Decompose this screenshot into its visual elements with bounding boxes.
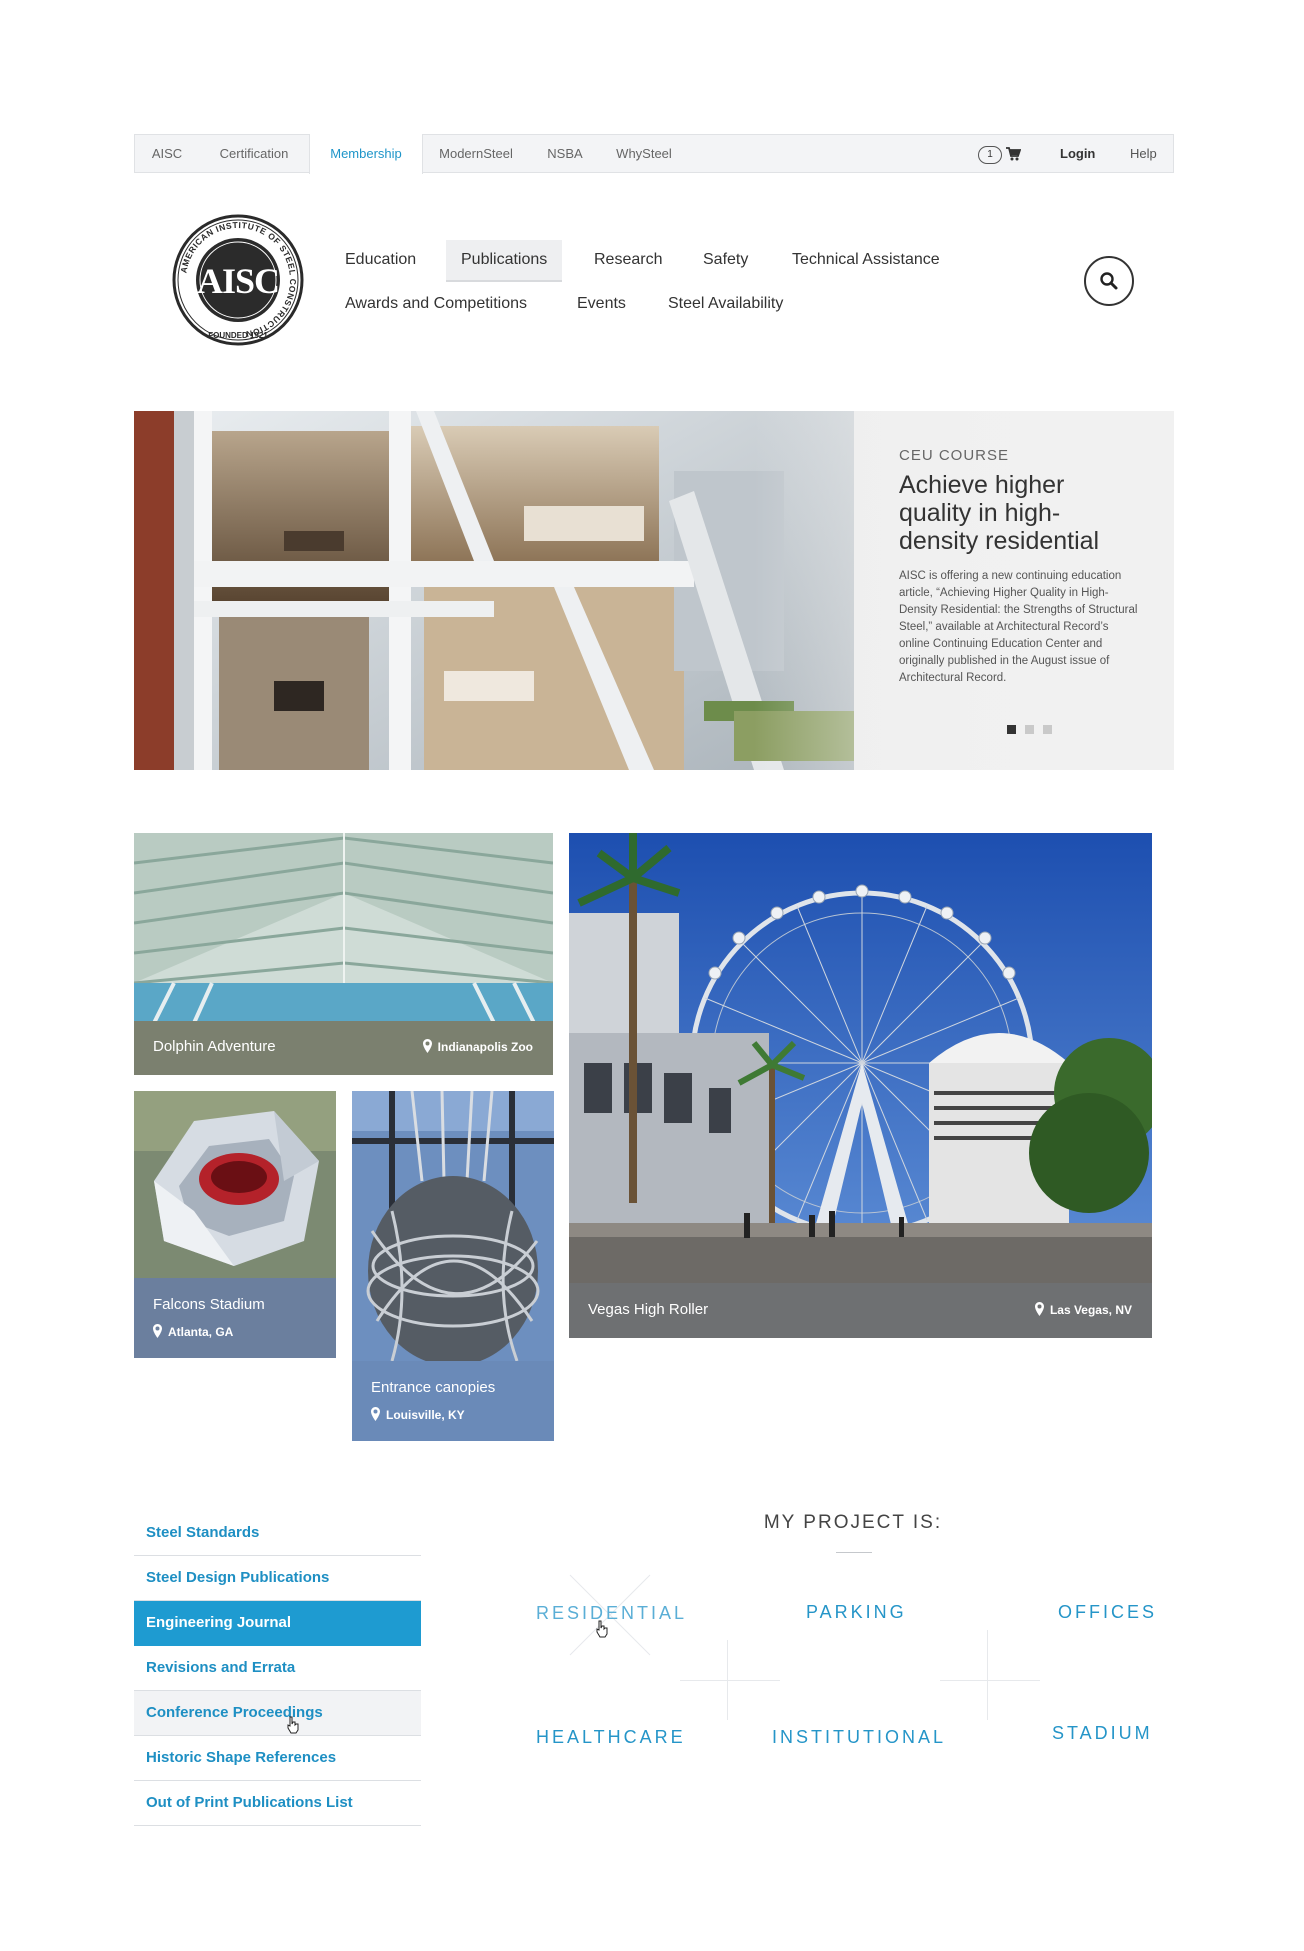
nav-research[interactable]: Research: [579, 240, 677, 280]
sidebar-item-revisions-and-errata[interactable]: Revisions and Errata: [134, 1646, 421, 1691]
hero-carousel[interactable]: CEU COURSE Achieve higher quality in hig…: [134, 411, 1174, 770]
hero-title[interactable]: Achieve higher quality in high-density r…: [899, 471, 1129, 555]
carousel-dot-3[interactable]: [1043, 725, 1052, 734]
site-tab-nsba[interactable]: NSBA: [531, 135, 599, 173]
tile-caption-bar: Dolphin Adventure Indianapolis Zoo: [134, 1021, 553, 1075]
nav-awards-and-competitions[interactable]: Awards and Competitions: [330, 284, 542, 324]
grid-divider: [680, 1680, 780, 1681]
aisc-logo[interactable]: AISC AMERICAN INSTITUTE OF STEEL CONSTRU…: [172, 214, 304, 346]
hand-cursor-icon: [287, 1716, 299, 1734]
hero-description: AISC is offering a new continuing educat…: [899, 570, 1138, 684]
project-tile-falcons-stadium[interactable]: Falcons Stadium Atlanta, GA: [134, 1091, 336, 1358]
nav-events[interactable]: Events: [562, 284, 641, 324]
tile-title: Entrance canopies: [371, 1379, 496, 1396]
carousel-dot-1[interactable]: [1007, 725, 1016, 734]
sidebar-item-historic-shape-references[interactable]: Historic Shape References: [134, 1736, 421, 1781]
site-tab-membership[interactable]: Membership: [309, 134, 423, 174]
location-pin-icon: [422, 1039, 432, 1053]
search-icon: [1100, 272, 1118, 290]
location-pin-icon: [1034, 1302, 1044, 1316]
location-pin-icon: [153, 1324, 162, 1338]
project-option-healthcare[interactable]: HEALTHCARE: [536, 1727, 686, 1748]
project-option-institutional[interactable]: INSTITUTIONAL: [772, 1727, 946, 1748]
logo-founded: FOUNDED 1921: [208, 331, 268, 340]
tile-location-text: Indianapolis Zoo: [437, 1040, 533, 1054]
heading-underline: [836, 1552, 872, 1553]
site-tab-modernsteel[interactable]: ModernSteel: [421, 135, 531, 173]
tile-title: Vegas High Roller: [588, 1301, 709, 1318]
project-image: [352, 1091, 554, 1361]
project-option-residential[interactable]: RESIDENTIAL: [536, 1603, 687, 1624]
carousel-dot-2[interactable]: [1025, 725, 1034, 734]
tile-location: Las Vegas, NV: [1034, 1302, 1132, 1317]
sidebar-item-steel-standards[interactable]: Steel Standards: [134, 1511, 421, 1556]
sidebar-item-out-of-print-publications[interactable]: Out of Print Publications List: [134, 1781, 421, 1826]
tile-caption-bar: Entrance canopies Louisville, KY: [352, 1361, 554, 1441]
nav-education[interactable]: Education: [330, 240, 431, 280]
cart-count-badge[interactable]: 1: [978, 146, 1002, 164]
help-link[interactable]: Help: [1130, 135, 1157, 173]
location-pin-icon: [371, 1407, 380, 1421]
login-link[interactable]: Login: [1060, 135, 1095, 173]
logo-monogram: AISC: [197, 261, 279, 301]
tile-location: Atlanta, GA: [153, 1324, 233, 1339]
project-type-heading: MY PROJECT IS:: [763, 1512, 943, 1533]
site-tab-aisc[interactable]: AISC: [135, 135, 199, 173]
site-tab-whysteel[interactable]: WhySteel: [599, 135, 689, 173]
nav-safety[interactable]: Safety: [688, 240, 763, 280]
search-button[interactable]: [1084, 256, 1134, 306]
project-image: [569, 833, 1152, 1283]
project-tile-vegas-high-roller[interactable]: Vegas High Roller Las Vegas, NV: [569, 833, 1152, 1338]
nav-technical-assistance[interactable]: Technical Assistance: [777, 240, 955, 280]
tile-location-text: Atlanta, GA: [168, 1325, 234, 1339]
publications-sidebar: Steel Standards Steel Design Publication…: [134, 1511, 421, 1826]
nav-steel-availability[interactable]: Steel Availability: [653, 284, 798, 324]
cart-icon[interactable]: [1005, 146, 1021, 162]
site-switcher-bar: AISC Certification Membership ModernStee…: [134, 134, 1174, 174]
sidebar-item-engineering-journal[interactable]: Engineering Journal: [134, 1601, 421, 1646]
grid-divider: [940, 1680, 1040, 1681]
hero-kicker: CEU COURSE: [899, 447, 1010, 464]
nav-publications[interactable]: Publications: [446, 240, 563, 282]
tile-caption-bar: Falcons Stadium Atlanta, GA: [134, 1278, 336, 1358]
tile-location: Louisville, KY: [371, 1407, 465, 1422]
project-tile-dolphin-adventure[interactable]: Dolphin Adventure Indianapolis Zoo: [134, 833, 553, 1075]
sidebar-item-steel-design-publications[interactable]: Steel Design Publications: [134, 1556, 421, 1601]
tile-title: Dolphin Adventure: [153, 1038, 276, 1055]
project-option-offices[interactable]: OFFICES: [1058, 1602, 1157, 1623]
grid-divider: [987, 1630, 988, 1720]
tile-caption-bar: Vegas High Roller Las Vegas, NV: [569, 1283, 1152, 1338]
grid-divider: [727, 1640, 728, 1720]
tile-location: Indianapolis Zoo: [422, 1039, 533, 1054]
project-option-stadium[interactable]: STADIUM: [1052, 1723, 1153, 1744]
tile-location-text: Las Vegas, NV: [1049, 1303, 1132, 1317]
project-tile-entrance-canopies[interactable]: Entrance canopies Louisville, KY: [352, 1091, 554, 1441]
tile-location-text: Louisville, KY: [386, 1408, 465, 1422]
hand-cursor-icon: [596, 1620, 608, 1638]
project-option-parking[interactable]: PARKING: [806, 1602, 907, 1623]
site-tab-certification[interactable]: Certification: [199, 135, 309, 173]
sidebar-item-conference-proceedings[interactable]: Conference Proceedings: [134, 1691, 421, 1736]
tile-title: Falcons Stadium: [153, 1296, 265, 1313]
